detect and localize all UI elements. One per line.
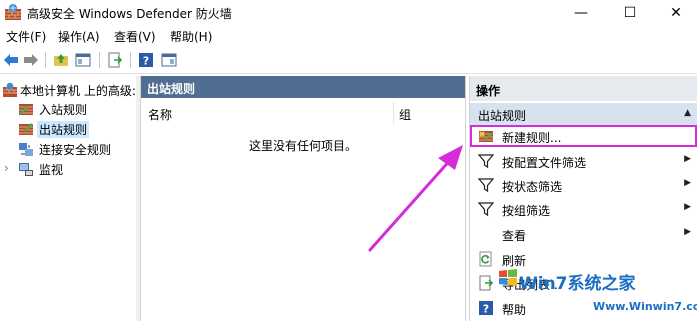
- refresh-icon: [479, 251, 492, 267]
- firewall-app-icon: [5, 4, 21, 20]
- watermark-brand: Win7系统之家: [519, 274, 636, 294]
- forward-button[interactable]: [22, 51, 40, 69]
- windows-logo-icon: [499, 269, 517, 286]
- close-button[interactable]: ✕: [653, 0, 697, 26]
- help-button[interactable]: ?: [137, 51, 155, 69]
- results-pane: 出站规则 名称 组 这里没有任何项目。: [140, 76, 466, 321]
- filter-icon: [478, 178, 494, 193]
- console-tree: 本地计算机 上的高级: 入站规则 出站规则 连接安全规则 › 监视: [0, 76, 135, 321]
- site-watermark: Win7系统之家 Www.Winwin7.com: [497, 263, 697, 321]
- filter-icon: [478, 154, 494, 169]
- outbound-rules-icon: [19, 123, 33, 135]
- export-icon: [108, 52, 123, 68]
- menu-action[interactable]: 操作(A): [58, 28, 100, 45]
- console-tree-icon: [75, 53, 91, 67]
- tree-item-outbound-rules[interactable]: 出站规则: [0, 119, 135, 138]
- export-list-button[interactable]: [106, 51, 124, 69]
- action-label: 查看: [502, 229, 527, 243]
- collapse-caret-icon[interactable]: ▲: [684, 108, 691, 118]
- actions-group-outbound-rules[interactable]: 出站规则 ▲: [470, 103, 697, 125]
- tree-item-label: 监视: [39, 163, 64, 177]
- actions-pane-title: 操作: [470, 76, 697, 101]
- tree-item-connection-security-rules[interactable]: 连接安全规则: [0, 139, 135, 158]
- folder-up-icon: [54, 54, 68, 66]
- action-label: 按状态筛选: [502, 180, 563, 194]
- action-view[interactable]: 查看 ▶: [470, 223, 697, 245]
- action-filter-by-profile[interactable]: 按配置文件筛选 ▶: [470, 150, 697, 172]
- toolbar-separator: [99, 52, 100, 68]
- svg-text:?: ?: [143, 55, 149, 68]
- svg-text:?: ?: [483, 303, 489, 316]
- results-pane-header: 出站规则: [141, 76, 465, 98]
- help-icon: ?: [139, 53, 153, 68]
- action-filter-by-group[interactable]: 按组筛选 ▶: [470, 198, 697, 220]
- filter-icon: [478, 202, 494, 217]
- submenu-arrow-icon: ▶: [684, 202, 691, 212]
- action-label: 新建规则...: [502, 131, 562, 145]
- column-divider[interactable]: [393, 102, 394, 124]
- menu-bar: 文件(F) 操作(A) 查看(V) 帮助(H): [0, 26, 697, 46]
- firewall-root-icon: [3, 82, 17, 97]
- window-title: 高级安全 Windows Defender 防火墙: [27, 7, 232, 21]
- minimize-button[interactable]: —: [558, 0, 604, 26]
- submenu-arrow-icon: ▶: [684, 178, 691, 188]
- toolbar-separator: [45, 52, 46, 68]
- connection-security-icon: [19, 143, 33, 156]
- action-label: 按配置文件筛选: [502, 156, 587, 170]
- action-filter-by-state[interactable]: 按状态筛选 ▶: [470, 174, 697, 196]
- inbound-rules-icon: [19, 104, 33, 115]
- column-headers: 名称 组: [141, 102, 465, 124]
- maximize-button[interactable]: ☐: [607, 0, 653, 26]
- tree-root[interactable]: 本地计算机 上的高级:: [0, 80, 135, 99]
- tree-item-inbound-rules[interactable]: 入站规则: [0, 99, 135, 118]
- title-bar: 高级安全 Windows Defender 防火墙 — ☐ ✕: [0, 0, 697, 26]
- tree-item-label: 连接安全规则: [39, 143, 112, 157]
- empty-list-message: 这里没有任何项目。: [248, 139, 357, 153]
- tree-item-label: 出站规则: [37, 121, 90, 138]
- help-icon: ?: [479, 301, 493, 316]
- watermark-url: Www.Winwin7.com: [593, 300, 697, 313]
- up-level-button[interactable]: [52, 51, 70, 69]
- back-button[interactable]: [2, 51, 20, 69]
- submenu-arrow-icon: ▶: [684, 154, 691, 164]
- submenu-arrow-icon: ▶: [684, 227, 691, 237]
- tree-item-monitor[interactable]: › 监视: [0, 159, 135, 178]
- export-icon: [479, 275, 494, 291]
- tree-root-label: 本地计算机 上的高级:: [20, 84, 135, 98]
- actions-group-label: 出站规则: [478, 109, 527, 123]
- toolbar-separator: [130, 52, 131, 68]
- menu-help[interactable]: 帮助(H): [170, 28, 212, 45]
- back-arrow-icon: [4, 54, 18, 66]
- expand-chevron-icon[interactable]: ›: [4, 161, 9, 175]
- column-header-group[interactable]: 组: [399, 106, 411, 123]
- forward-arrow-icon: [24, 54, 38, 66]
- column-header-name[interactable]: 名称: [148, 106, 172, 123]
- toolbar: ?: [0, 47, 697, 74]
- action-label: 按组筛选: [502, 204, 551, 218]
- tree-item-label: 入站规则: [39, 103, 88, 117]
- monitor-icon: [19, 163, 33, 176]
- action-new-rule[interactable]: 新建规则...: [470, 125, 697, 147]
- show-hide-action-pane-button[interactable]: [160, 51, 178, 69]
- new-rule-icon: [479, 131, 493, 142]
- menu-file[interactable]: 文件(F): [6, 28, 46, 45]
- action-pane-icon: [161, 53, 177, 67]
- show-hide-tree-button[interactable]: [74, 51, 92, 69]
- menu-view[interactable]: 查看(V): [114, 28, 156, 45]
